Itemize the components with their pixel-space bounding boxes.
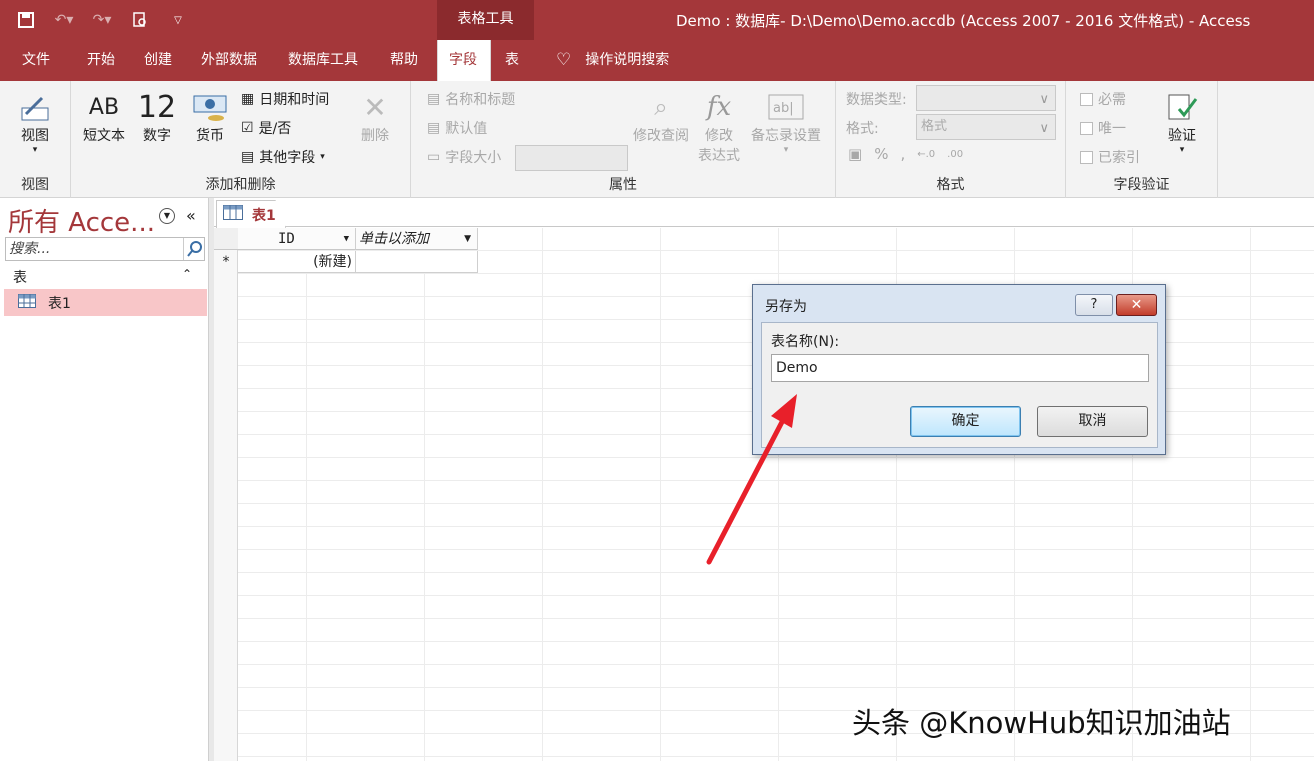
red-arrow-annotation xyxy=(706,394,797,565)
watermark: 头条 @KnowHub知识加油站 xyxy=(852,706,1231,740)
